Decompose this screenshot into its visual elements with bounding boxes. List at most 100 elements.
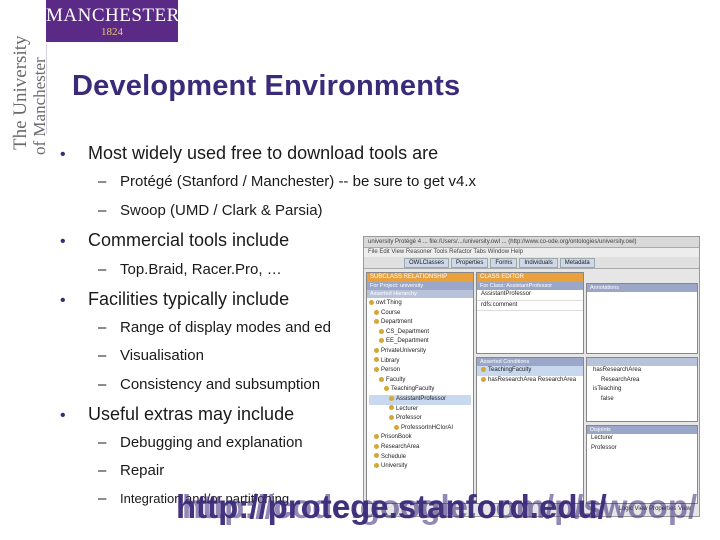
- tree-item[interactable]: AssistantProfessor: [369, 394, 471, 405]
- tab-metadata[interactable]: Metadata: [559, 258, 595, 268]
- sub-bullet-text: Repair: [120, 462, 165, 479]
- sub-bullet: – Protégé (Stanford / Manchester) -- be s…: [98, 173, 477, 190]
- sub-bullet-text: Consistency and subsumption: [120, 376, 321, 393]
- conditions-pane: Asserted Conditions TeachingFaculty hasR…: [476, 357, 584, 504]
- sub-bullet-text: Protégé (Stanford / Manchester) -- be su…: [120, 173, 477, 190]
- window-titlebar: university Protégé 4 ... file:/Users/...…: [364, 237, 699, 248]
- pane-header: CLASS EDITOR: [477, 273, 583, 282]
- logo-year: 1824: [101, 26, 123, 38]
- bullet-icon: •: [60, 407, 66, 424]
- tree-item[interactable]: ProfessorInHCIorAI: [369, 424, 471, 434]
- tree-item[interactable]: Department: [369, 318, 471, 328]
- pane-subheader: Asserted Conditions: [477, 358, 583, 366]
- tree-item[interactable]: University: [369, 462, 471, 472]
- class-icon: [374, 357, 379, 363]
- tree-item[interactable]: Lecturer: [369, 405, 471, 415]
- tree-item[interactable]: owl:Thing: [369, 299, 471, 309]
- bullet-2: • Commercial tools include: [60, 230, 289, 251]
- branding-line-1: The University: [10, 35, 31, 150]
- tree-item-label: Library: [381, 357, 400, 364]
- condition-row[interactable]: TeachingFaculty: [477, 366, 583, 376]
- divider: [46, 44, 47, 134]
- editor-row[interactable]: rdfs:comment: [477, 301, 583, 312]
- tree-item-label: Course: [381, 309, 401, 316]
- tree-item[interactable]: TeachingFaculty: [369, 385, 471, 395]
- class-editor-pane: CLASS EDITOR For Class: AssistantProfess…: [476, 272, 584, 354]
- tab-forms[interactable]: Forms: [490, 258, 518, 268]
- tree-item-label: Professor: [396, 415, 422, 422]
- sub-bullet: – Debugging and explanation: [98, 434, 303, 451]
- tree-item[interactable]: CS_Department: [369, 328, 471, 338]
- logo-name: MANCHESTER: [46, 5, 180, 26]
- tree-item[interactable]: PrivateUniversity: [369, 347, 471, 357]
- pane-header: SUBCLASS RELATIONSHIP: [367, 273, 473, 282]
- editor-row[interactable]: AssistantProfessor: [477, 290, 583, 301]
- tree-item-label: Person: [381, 367, 401, 374]
- class-tree[interactable]: owl:Thing Course Department CS_Department EE…: [367, 298, 473, 473]
- protege-screenshot: university Protégé 4 ... file:/Users/...…: [363, 236, 700, 517]
- bullet-text: Commercial tools include: [88, 230, 290, 250]
- pane-subheader: [587, 358, 697, 366]
- tree-item[interactable]: Faculty: [369, 376, 471, 386]
- condition-text: TeachingFaculty: [488, 367, 532, 373]
- bullet-text: Most widely used free to download tools …: [88, 143, 439, 163]
- class-icon: [379, 376, 384, 382]
- tab-properties[interactable]: Properties: [451, 258, 489, 268]
- disjoint-row[interactable]: Professor: [587, 444, 697, 454]
- tab-owlclasses[interactable]: OWLClasses: [404, 258, 450, 268]
- tree-item-label: PrisonBook: [381, 434, 412, 441]
- bullet-1: • Most widely used free to download tools…: [60, 143, 438, 164]
- class-icon: [481, 376, 486, 382]
- bullet-text: Useful extras may include: [88, 404, 295, 424]
- tree-item[interactable]: EE_Department: [369, 337, 471, 347]
- tree-item-label: ResearchArea: [381, 443, 420, 450]
- pane-subheader: For Class: AssistantProfessor: [477, 282, 583, 290]
- class-icon: [374, 309, 379, 315]
- property-row[interactable]: false: [587, 395, 697, 405]
- disjoint-row[interactable]: Lecturer: [587, 434, 697, 444]
- class-icon: [374, 434, 379, 440]
- tree-item[interactable]: Schedule: [369, 453, 471, 463]
- tree-item-label: PrivateUniversity: [381, 347, 427, 354]
- class-hierarchy-pane: SUBCLASS RELATIONSHIP For Project: unive…: [366, 272, 474, 504]
- pane-subheader: For Project: university: [367, 282, 473, 290]
- tree-item[interactable]: ResearchArea: [369, 443, 471, 453]
- university-vertical-branding: The University of Manchester: [0, 0, 49, 160]
- slide-title: Development Environments: [72, 70, 461, 102]
- tree-item-label: CS_Department: [386, 328, 430, 335]
- university-logo: MANCHESTER 1824: [46, 0, 180, 42]
- class-icon: [374, 443, 379, 449]
- sub-bullet-text: Visualisation: [120, 347, 204, 364]
- class-icon: [389, 415, 394, 421]
- sub-bullet: – Range of display modes and ed: [98, 319, 331, 336]
- bullet-icon: •: [60, 233, 66, 250]
- tree-item[interactable]: Person: [369, 366, 471, 376]
- tree-item-label: Schedule: [381, 453, 407, 460]
- sub-bullet: – Consistency and subsumption: [98, 376, 321, 393]
- class-icon: [384, 386, 389, 392]
- tree-item-label: EE_Department: [386, 338, 429, 345]
- property-row[interactable]: ResearchArea: [587, 376, 697, 386]
- class-icon: [374, 453, 379, 459]
- condition-row[interactable]: hasResearchArea ResearchArea: [477, 376, 583, 386]
- class-icon: [481, 366, 486, 372]
- property-row[interactable]: hasResearchArea: [587, 366, 697, 376]
- sub-bullet-text: Top.Braid, Racer.Pro, …: [120, 261, 282, 278]
- sub-bullet: – Top.Braid, Racer.Pro, …: [98, 261, 282, 278]
- class-icon: [374, 319, 379, 325]
- bullet-4: • Useful extras may include: [60, 404, 294, 425]
- tree-item[interactable]: Course: [369, 309, 471, 319]
- bullet-icon: •: [60, 292, 66, 309]
- tree-item-label: Faculty: [386, 376, 406, 383]
- properties-pane: hasResearchArea ResearchArea isTeaching …: [586, 357, 698, 422]
- tree-item-label: owl:Thing: [376, 300, 402, 306]
- property-row[interactable]: isTeaching: [587, 385, 697, 395]
- tree-item-label: AssistantProfessor: [396, 395, 447, 402]
- swoop-url[interactable]: http://code.google.com/p/swoop/: [182, 488, 697, 526]
- menu-bar: File Edit View Reasoner Tools Refactor T…: [364, 248, 699, 257]
- tree-item[interactable]: PrisonBook: [369, 433, 471, 443]
- tree-item[interactable]: Professor: [369, 414, 471, 424]
- tab-individuals[interactable]: Individuals: [519, 258, 558, 268]
- sub-bullet: – Visualisation: [98, 347, 204, 364]
- tree-item[interactable]: Library: [369, 357, 471, 367]
